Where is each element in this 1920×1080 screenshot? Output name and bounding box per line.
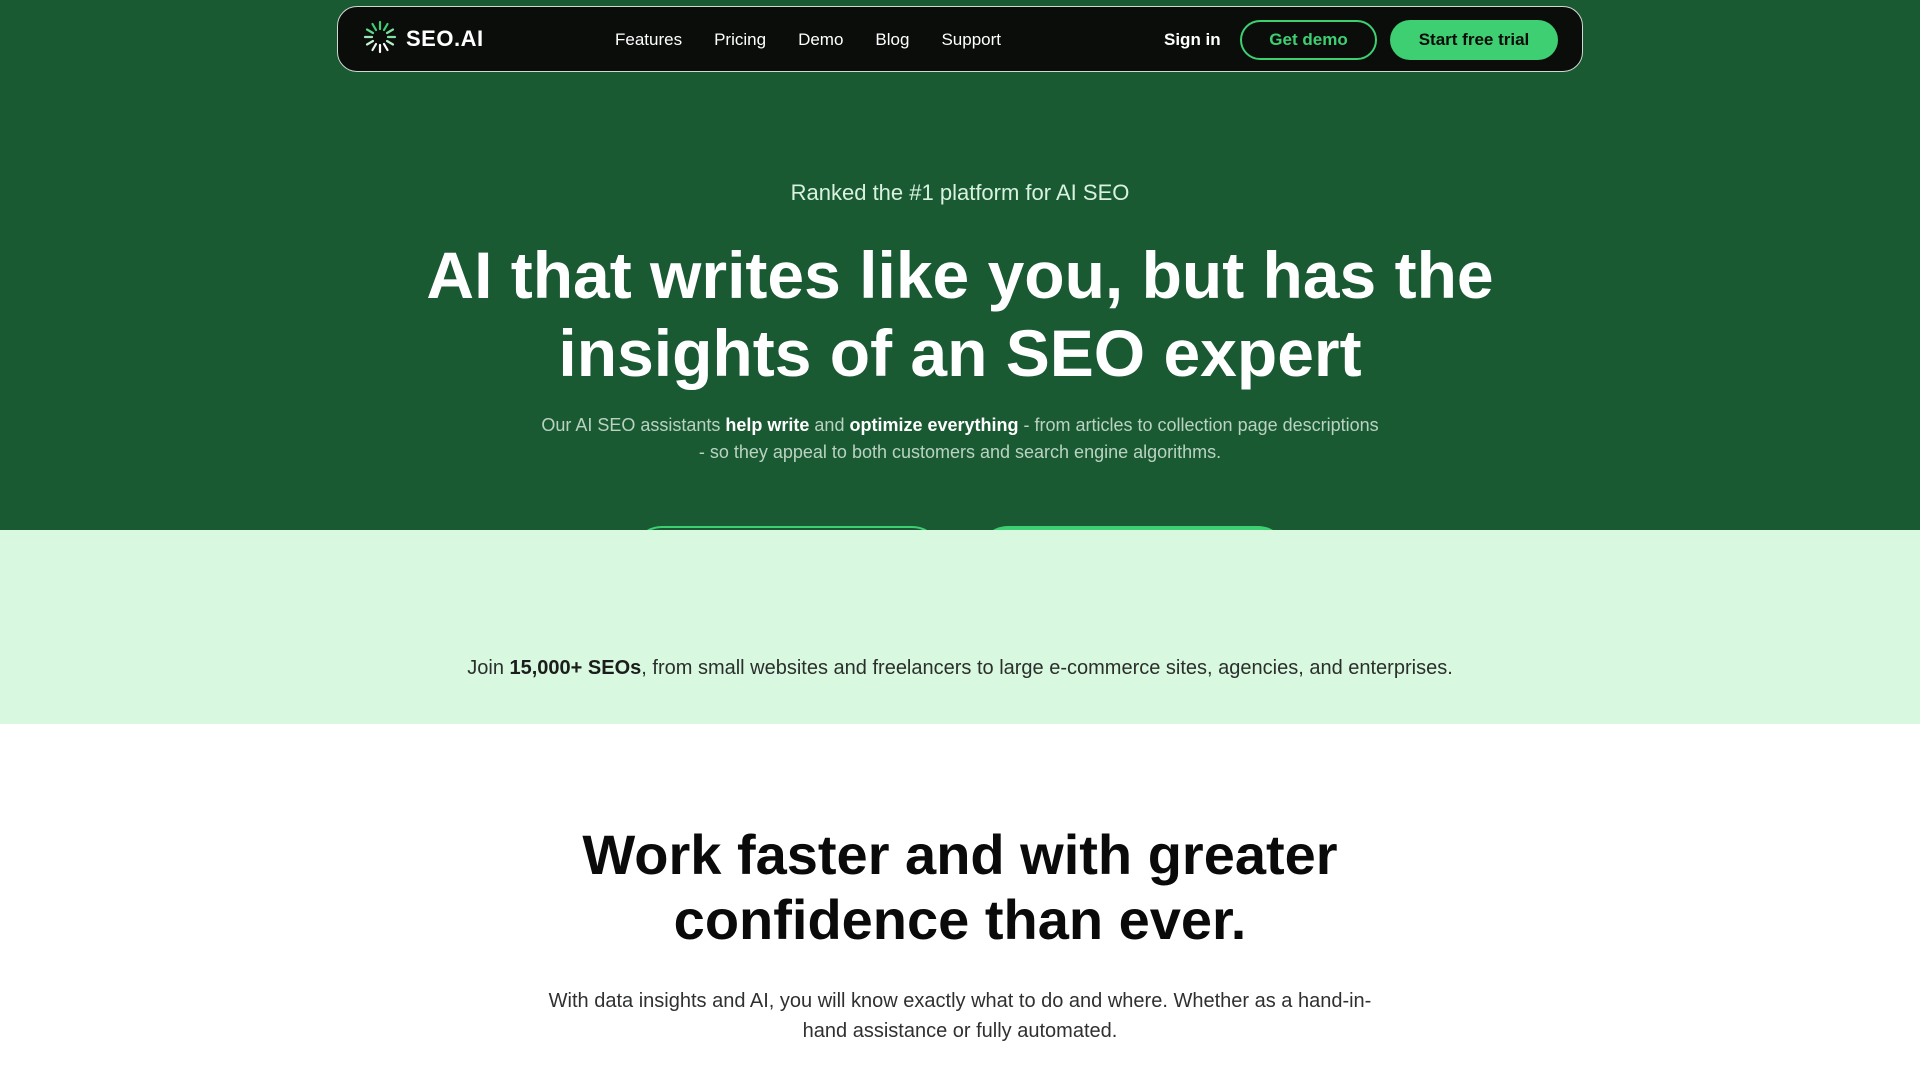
hero-title: AI that writes like you, but has the ins… [426,238,1494,390]
nav-link-pricing[interactable]: Pricing [714,30,766,50]
nav-link-blog[interactable]: Blog [875,30,909,50]
hero-sub-bold: help write [725,415,810,435]
hero-section: Ranked the #1 platform for AI SEO AI tha… [0,0,1920,530]
nav-link-demo[interactable]: Demo [798,30,843,50]
hero-sub-text: and [809,415,850,435]
hero-sub-bold: optimize everything [849,415,1019,435]
social-proof-text: Join 15,000+ SEOs, from small websites a… [0,657,1920,680]
get-demo-button[interactable]: Get demo [1240,20,1377,60]
start-free-trial-button[interactable]: Start free trial [1390,20,1558,60]
starburst-logo-icon [362,19,398,60]
top-navbar: SEO.AI Features Pricing Demo Blog Suppor… [337,6,1583,72]
section-text: With data insights and AI, you will know… [548,990,1372,1042]
join-bold: 15,000+ SEOs [509,657,642,679]
hero-sub-text: Our AI SEO assistants [541,415,726,435]
sign-in-link[interactable]: Sign in [1164,7,1221,73]
nav-links: Features Pricing Demo Blog Support [615,7,1001,73]
logo-text: SEO.AI [406,26,484,51]
join-text: , from small websites and freelancers to… [641,657,1453,679]
nav-link-features[interactable]: Features [615,30,682,50]
section-title: Work faster and with greater confidence … [582,823,1338,951]
logo[interactable]: SEO.AI [362,19,484,60]
join-text: Join [467,657,510,679]
nav-link-support[interactable]: Support [941,30,1001,50]
hero-eyebrow: Ranked the #1 platform for AI SEO [790,180,1130,205]
social-proof-band [0,530,1920,724]
hero-subtitle: Our AI SEO assistants help write and opt… [540,412,1380,466]
